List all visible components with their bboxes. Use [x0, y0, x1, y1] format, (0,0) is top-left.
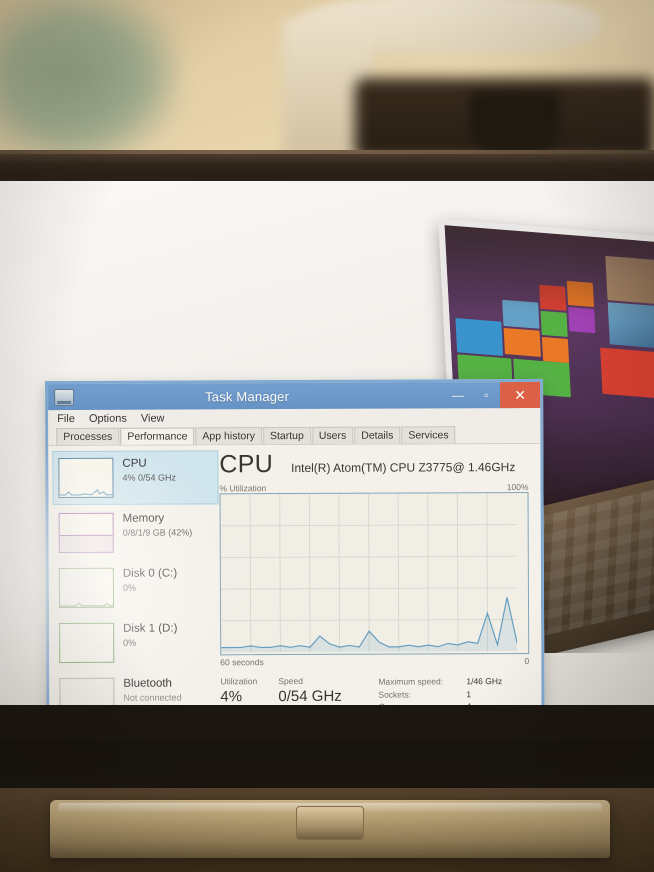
sidebar-label: Disk 0 (C:)	[122, 567, 178, 580]
chart-y-axis-label: % Utilization	[219, 483, 267, 494]
tile	[605, 255, 654, 307]
chart-bottom-labels: 60 seconds 0	[220, 656, 529, 667]
cpu-model-name: Intel(R) Atom(TM) CPU Z3775@ 1.46GHz	[291, 460, 516, 476]
sidebar-sublabel: 0%	[122, 582, 136, 593]
sidebar-label: Memory	[122, 512, 165, 525]
disk1-thumbnail-graph	[59, 622, 115, 664]
sidebar-sublabel: 0/8/1/9 GB (42%)	[122, 527, 193, 538]
sidebar-item-disk-0[interactable]: Disk 0 (C:) 0%	[54, 561, 218, 614]
spec-value: 4	[466, 700, 471, 705]
tile	[502, 299, 540, 329]
dock-connector-latch	[296, 806, 364, 840]
cpu-thumbnail-graph	[58, 457, 114, 499]
tile	[540, 310, 568, 338]
menu-item-options[interactable]: Options	[89, 413, 127, 425]
sidebar-sublabel: 4% 0/54 GHz	[122, 472, 177, 483]
tile	[566, 280, 595, 308]
tab-services[interactable]: Services	[401, 426, 456, 444]
spec-value: 1	[466, 688, 472, 699]
tile	[503, 327, 541, 357]
tile	[541, 336, 570, 364]
window-body: CPU 4% 0/54 GHz Memory 0/8/1/9 GB (42%)	[48, 443, 542, 705]
bluetooth-thumbnail-graph	[59, 677, 115, 705]
task-manager-icon	[54, 388, 75, 406]
stat-value: 4%	[220, 688, 243, 705]
laptop-screen: Task Manager — ▫ ✕ File Options View Pro…	[0, 181, 654, 705]
stats-right-column: Maximum speed: 1/46 GHz Sockets: 1 Cores…	[372, 675, 529, 705]
tab-startup[interactable]: Startup	[262, 426, 311, 445]
tile	[600, 347, 654, 399]
sidebar-label: Disk 1 (D:)	[123, 622, 178, 635]
sidebar-item-cpu[interactable]: CPU 4% 0/54 GHz	[52, 450, 219, 506]
chart-x-start-label: 60 seconds	[220, 657, 264, 668]
page-title: CPU	[219, 450, 274, 479]
menu-item-file[interactable]: File	[57, 413, 75, 425]
stat-speed: Speed 0/54 GHz	[278, 676, 342, 705]
cpu-statistics: Utilization 4% Speed 0/54 GHz Maximum sp…	[220, 675, 529, 705]
title-bar[interactable]: Task Manager — ▫ ✕	[48, 381, 541, 411]
menu-bar[interactable]: File Options View	[48, 407, 541, 429]
window-title: Task Manager	[205, 388, 290, 404]
task-manager-window[interactable]: Task Manager — ▫ ✕ File Options View Pro…	[45, 378, 545, 705]
tile	[607, 302, 654, 351]
stats-left-column: Utilization 4% Speed 0/54 GHz	[220, 676, 372, 705]
maximize-button[interactable]: ▫	[472, 382, 500, 408]
cpu-header: CPU Intel(R) Atom(TM) CPU Z3775@ 1.46GHz	[219, 450, 528, 478]
blurred-plant	[0, 0, 180, 165]
sidebar-sublabel: 0%	[123, 637, 137, 648]
memory-thumbnail-graph	[58, 512, 114, 554]
stats-row-utilization-speed: Utilization 4% Speed 0/54 GHz	[220, 676, 372, 705]
cpu-utilization-chart[interactable]	[219, 491, 530, 656]
tab-users[interactable]: Users	[311, 426, 354, 444]
minimize-button[interactable]: —	[444, 382, 472, 408]
stat-utilization: Utilization 4%	[220, 676, 266, 705]
resource-sidebar[interactable]: CPU 4% 0/54 GHz Memory 0/8/1/9 GB (42%)	[48, 445, 219, 705]
memory-fill	[59, 534, 113, 553]
spec-row-cores: Cores: 4	[378, 700, 529, 705]
tile	[539, 284, 567, 311]
sidebar-item-disk-1[interactable]: Disk 1 (D:) 0%	[54, 616, 218, 669]
chart-y-max-label: 100%	[506, 481, 529, 493]
tile	[455, 318, 504, 356]
tab-performance[interactable]: Performance	[120, 427, 195, 445]
tab-bar[interactable]: Processes Performance App history Startu…	[48, 425, 541, 447]
disk0-thumbnail-graph	[58, 567, 115, 609]
cpu-detail-panel: CPU Intel(R) Atom(TM) CPU Z3775@ 1.46GHz…	[217, 444, 542, 705]
sidebar-label: Bluetooth	[123, 677, 172, 690]
spec-key: Maximum speed:	[378, 676, 444, 687]
sidebar-sublabel: Not connected	[123, 692, 182, 703]
tile	[568, 306, 596, 334]
tab-details[interactable]: Details	[354, 426, 401, 444]
chart-x-end-label: 0	[524, 655, 530, 666]
spec-key: Sockets:	[378, 689, 412, 700]
menu-item-view[interactable]: View	[141, 413, 165, 425]
photograph-of-laptop: Task Manager — ▫ ✕ File Options View Pro…	[0, 0, 654, 872]
sidebar-item-memory[interactable]: Memory 0/8/1/9 GB (42%)	[54, 506, 218, 559]
cpu-chart-svg	[220, 493, 518, 653]
sidebar-label: CPU	[122, 457, 147, 470]
spec-key: Cores:	[378, 700, 466, 705]
tab-app-history[interactable]: App history	[195, 427, 262, 445]
tab-processes[interactable]: Processes	[56, 427, 120, 446]
stat-key: Utilization	[220, 676, 258, 687]
close-button[interactable]: ✕	[500, 381, 541, 409]
sidebar-item-bluetooth[interactable]: Bluetooth Not connected	[54, 671, 218, 705]
blurred-pot	[470, 92, 560, 154]
spec-value: 1/46 GHz	[466, 676, 503, 687]
spec-row-maximum-speed: Maximum speed: 1/46 GHz	[378, 675, 529, 688]
stat-key: Speed	[278, 675, 303, 687]
stat-value: 0/54 GHz	[278, 687, 342, 705]
spec-row-sockets: Sockets: 1	[378, 688, 529, 701]
